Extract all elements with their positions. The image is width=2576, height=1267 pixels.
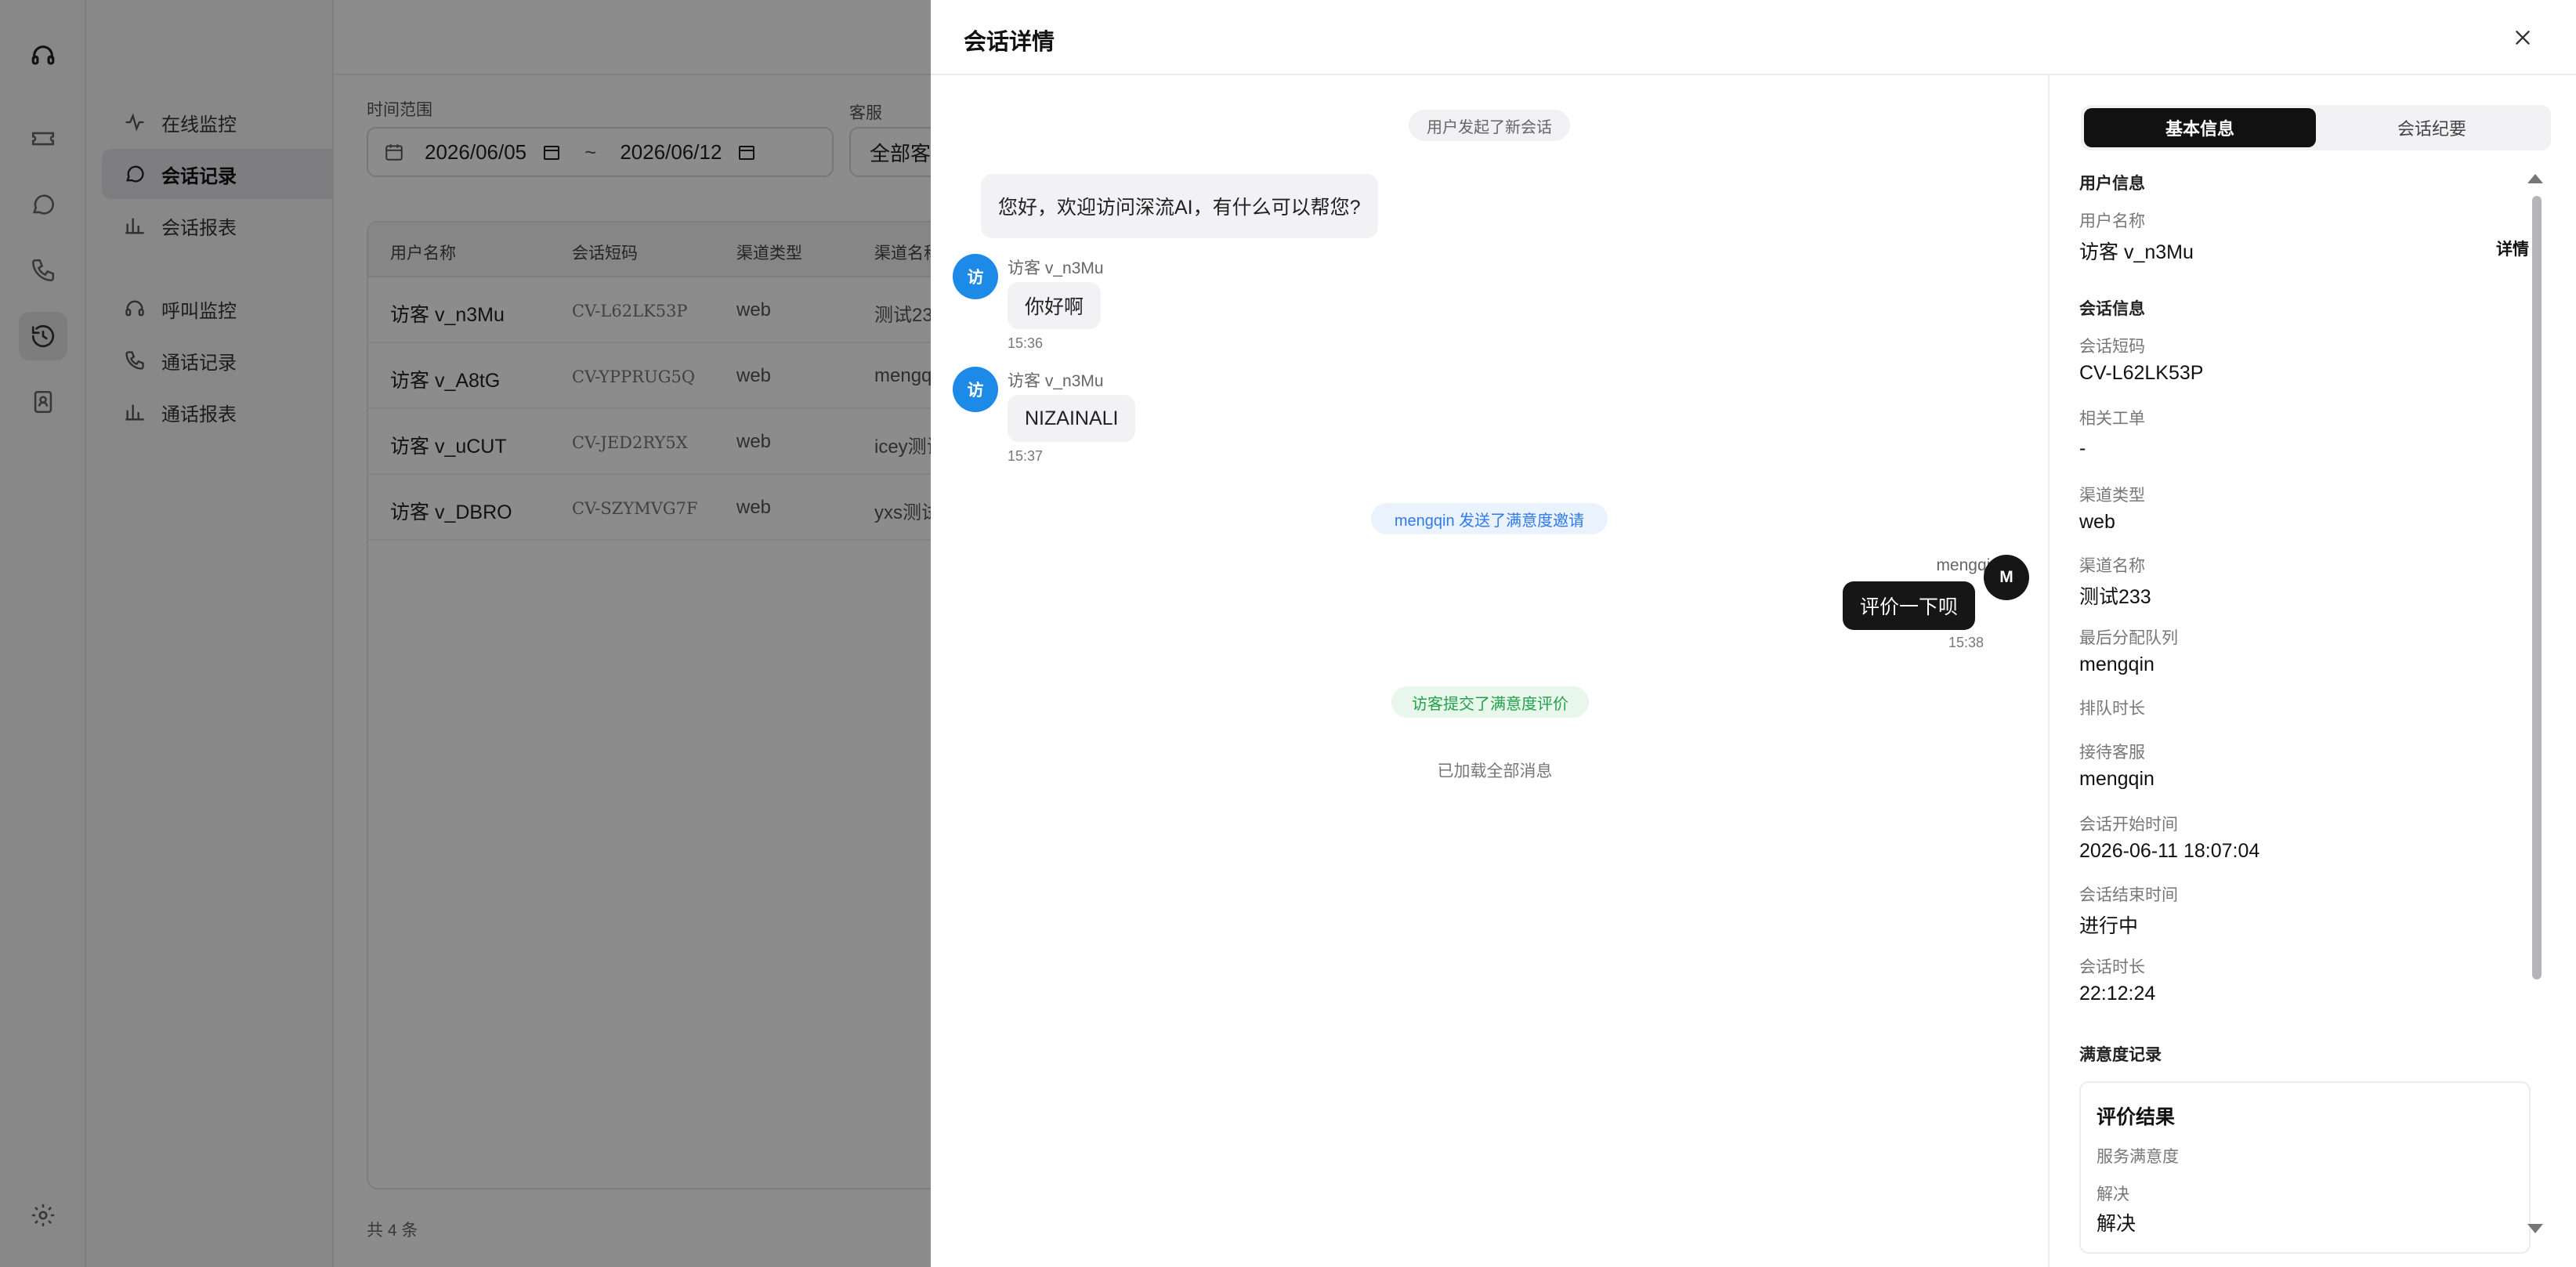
message-sender: 访客 v_n3Mu [1008,259,1104,277]
agent-message: 评价一下呗 [1843,581,1976,630]
duration-value: 22:12:24 [2079,983,2156,1005]
info-tabs: 基本信息 会话纪要 [2081,105,2551,150]
visitor-avatar: 访 [953,367,998,412]
tab-session-summary[interactable]: 会话纪要 [2316,108,2548,147]
agent-value: mengqin [2079,768,2155,790]
channel-name-value: 测试233 [2079,586,2151,608]
user-detail-link[interactable]: 详情 [2496,237,2529,260]
resolve-value: 解决 [2097,1213,2136,1235]
end-time-value: 进行中 [2079,915,2139,937]
start-time-label: 会话开始时间 [2079,816,2178,834]
session-code-value: CV-L62LK53P [2079,362,2204,384]
message-time: 15:38 [1948,635,1984,650]
ticket-label: 相关工单 [2079,410,2145,428]
channel-name-label: 渠道名称 [2079,557,2145,575]
satisfaction-card: 评价结果 服务满意度 解决 解决 [2079,1081,2531,1254]
channel-type-label: 渠道类型 [2079,487,2145,505]
message-sender: 访客 v_n3Mu [1008,372,1104,390]
ticket-value: - [2079,437,2086,459]
agent-avatar: M [1984,555,2029,600]
chat-transcript: 用户发起了新会话 您好，欢迎访问深流AI，有什么可以帮您? 访 访客 v_n3M… [931,75,2048,1267]
drawer-header: 会话详情 [931,0,2576,75]
session-started-notice: 用户发起了新会话 [1409,110,1570,141]
user-name-label: 用户名称 [2079,212,2145,230]
message-time: 15:37 [1008,448,1044,464]
resolve-label: 解决 [2097,1186,2129,1204]
satisfaction-section-title: 满意度记录 [2079,1046,2162,1064]
survey-sent-notice: mengqin 发送了满意度邀请 [1371,503,1608,534]
visitor-message: NIZAINALI [1008,395,1136,442]
end-time-label: 会话结束时间 [2079,886,2178,904]
start-time-value: 2026-06-11 18:07:04 [2079,840,2260,862]
session-detail-drawer: 会话详情 用户发起了新会话 您好，欢迎访问深流AI，有什么可以帮您? 访 访客 … [931,0,2576,1267]
visitor-message: 你好啊 [1008,282,1102,329]
session-code-label: 会话短码 [2079,338,2145,356]
close-button[interactable] [2507,22,2538,53]
service-satisfaction-label: 服务满意度 [2097,1148,2179,1166]
message-time: 15:36 [1008,335,1044,351]
all-loaded-notice: 已加载全部消息 [1437,762,1553,780]
tab-basic-info[interactable]: 基本信息 [2084,108,2316,147]
duration-label: 会话时长 [2079,958,2145,976]
channel-type-value: web [2079,511,2115,533]
wait-time-label: 排队时长 [2079,700,2145,718]
survey-submitted-notice: 访客提交了满意度评价 [1391,686,1589,718]
queue-label: 最后分配队列 [2079,629,2178,647]
scroll-down-arrow[interactable] [2527,1224,2543,1233]
scroll-up-arrow[interactable] [2527,174,2543,183]
agent-label: 接待客服 [2079,744,2145,762]
drawer-title: 会话详情 [964,30,1055,55]
visitor-avatar: 访 [953,254,998,299]
user-name-value: 访客 v_n3Mu [2079,241,2194,263]
satisfaction-result-title: 评价结果 [2097,1106,2176,1128]
queue-value: mengqin [2079,653,2155,675]
info-panel-scrollbar[interactable] [2532,196,2542,979]
user-info-section-title: 用户信息 [2079,175,2145,193]
close-icon [2516,31,2530,45]
welcome-message: 您好，欢迎访问深流AI，有什么可以帮您? [981,174,1378,238]
session-info-section-title: 会话信息 [2079,300,2145,318]
